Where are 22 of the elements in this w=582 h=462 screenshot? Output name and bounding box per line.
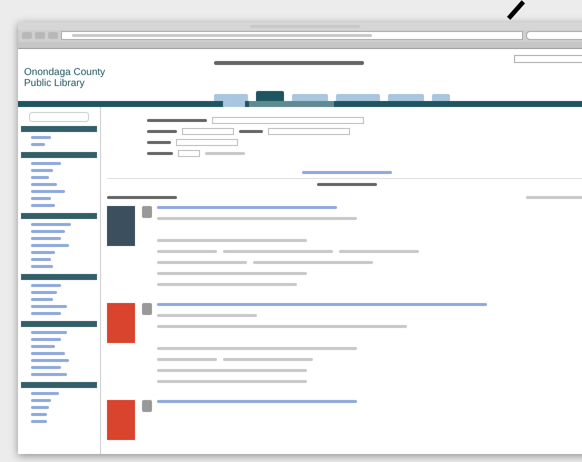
format-icon <box>142 400 152 412</box>
input-field[interactable] <box>212 117 364 124</box>
format-icon <box>142 206 152 218</box>
nav-tab[interactable] <box>256 91 284 101</box>
dropdown-field[interactable] <box>178 150 200 157</box>
nav-tab[interactable] <box>432 94 450 101</box>
nav-tab[interactable] <box>214 94 248 101</box>
nav-tab[interactable] <box>388 94 424 101</box>
library-logo[interactable]: Onondaga County Public Library <box>24 67 214 101</box>
format-icon <box>142 303 152 315</box>
cover-placeholder <box>107 206 135 246</box>
slash-mark-drawing <box>505 0 527 22</box>
catalog-search-field[interactable] <box>514 55 582 63</box>
cover-placeholder <box>107 303 135 343</box>
dropdown-field[interactable] <box>268 128 350 135</box>
search-field[interactable] <box>526 31 582 40</box>
dropdown-field[interactable] <box>176 139 238 146</box>
address-field[interactable] <box>61 31 523 40</box>
nav-tab[interactable] <box>336 94 380 101</box>
dropdown-field[interactable] <box>182 128 234 135</box>
nav-tab[interactable] <box>292 94 328 101</box>
cover-placeholder <box>107 400 135 440</box>
